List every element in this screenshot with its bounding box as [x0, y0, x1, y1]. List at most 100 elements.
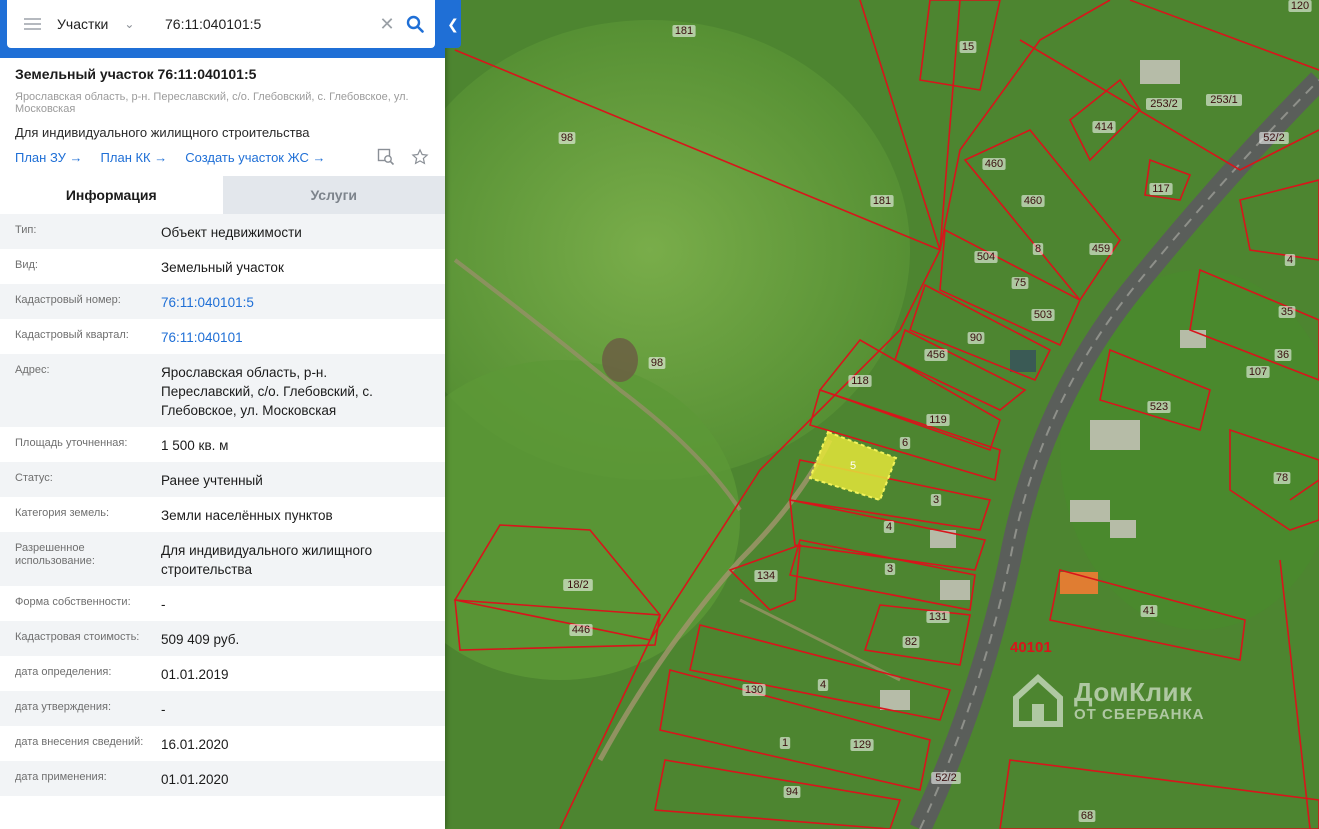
info-row-value: Ранее учтенный [161, 473, 263, 488]
parcel-label[interactable]: 78 [1276, 472, 1288, 484]
quarter-label: 40101 [1010, 639, 1052, 656]
parcel-label[interactable]: 134 [757, 570, 775, 582]
object-header: Земельный участок 76:11:040101:5 Ярослав… [0, 58, 445, 166]
tab-info[interactable]: Информация [0, 176, 223, 214]
parcel-label[interactable]: 15 [962, 41, 974, 53]
search-type-label: Участки [57, 16, 109, 32]
watermark-sub: ОТ СБЕРБАНКА [1074, 705, 1205, 723]
info-table: Тип: Объект недвижимости Вид: Земельный уча… [0, 214, 445, 796]
parcel-label[interactable]: 181 [873, 195, 891, 207]
info-row-link[interactable]: 76:11:040101:5 [161, 293, 411, 312]
info-row-value: 509 409 руб. [161, 632, 240, 647]
plan-kk-link[interactable]: План КК → [101, 150, 168, 165]
parcel-label[interactable]: 35 [1281, 306, 1293, 318]
parcel-label[interactable]: 5 [850, 460, 856, 472]
parcel-label[interactable]: 1 [782, 737, 788, 749]
parcel-label[interactable]: 68 [1081, 810, 1093, 822]
parcel-label[interactable]: 94 [786, 786, 798, 798]
parcel-label[interactable]: 131 [929, 611, 947, 623]
parcel-label[interactable]: 6 [902, 437, 908, 449]
find-on-map-icon[interactable] [376, 147, 396, 167]
info-row: Кадастровая стоимость: 509 409 руб. [0, 621, 445, 656]
plan-zu-link[interactable]: План ЗУ → [15, 150, 83, 165]
info-row-label: Площадь уточненная: [15, 437, 128, 449]
parcel-label[interactable]: 90 [970, 332, 982, 344]
parcel-label[interactable]: 181 [675, 25, 693, 37]
menu-button[interactable] [7, 0, 57, 48]
parcel-label[interactable]: 4 [820, 679, 826, 691]
parcel-label[interactable]: 119 [929, 414, 947, 426]
info-row-label: Тип: [15, 224, 37, 236]
parcel-label[interactable]: 18/2 [567, 579, 588, 591]
parcel-label[interactable]: 504 [977, 251, 995, 263]
tab-services[interactable]: Услуги [222, 176, 445, 214]
create-parcel-link[interactable]: Создать участок ЖС → [185, 150, 325, 165]
info-row: Кадастровый номер: 76:11:040101:5 [0, 284, 445, 319]
info-row: Адрес: Ярославская область, р-н. Переслав… [0, 354, 445, 427]
search-button[interactable] [399, 8, 431, 40]
search-icon [406, 15, 424, 33]
parcel-label[interactable]: 460 [985, 158, 1003, 170]
info-row: Вид: Земельный участок [0, 249, 445, 284]
parcel-label[interactable]: 98 [651, 357, 663, 369]
star-icon[interactable] [410, 147, 430, 167]
info-row-value: 01.01.2019 [161, 667, 229, 682]
parcel-label[interactable]: 98 [561, 132, 573, 144]
parcel-label[interactable]: 3 [887, 563, 893, 575]
info-row-label: Вид: [15, 259, 38, 271]
info-row: Площадь уточненная: 1 500 кв. м [0, 427, 445, 462]
info-row-value: 01.01.2020 [161, 772, 229, 787]
info-panel: Участки ⌄ ✕ Земельный участок 76:11:0401… [0, 0, 445, 829]
parcel-label[interactable]: 130 [745, 684, 763, 696]
parcel-label[interactable]: 52/2 [1263, 132, 1284, 144]
info-row-value: Объект недвижимости [161, 225, 302, 240]
parcel-label[interactable]: 253/1 [1210, 94, 1238, 106]
info-row: дата определения: 01.01.2019 [0, 656, 445, 691]
collapse-panel-button[interactable]: ❮ [445, 0, 461, 48]
info-row: Форма собственности: - [0, 586, 445, 621]
parcel-label[interactable]: 253/2 [1150, 98, 1178, 110]
object-title: Земельный участок 76:11:040101:5 [15, 66, 257, 82]
info-row-value: Для индивидуального жилищного строительс… [161, 543, 373, 577]
chevron-down-icon: ⌄ [124, 17, 135, 31]
parcel-label[interactable]: 117 [1152, 183, 1170, 195]
parcel-label[interactable]: 118 [851, 375, 869, 387]
parcel-label[interactable]: 414 [1095, 121, 1113, 133]
info-row-value: 1 500 кв. м [161, 438, 229, 453]
info-row: дата внесения сведений: 16.01.2020 [0, 726, 445, 761]
info-row-value: - [161, 597, 166, 612]
info-row-label: дата применения: [15, 771, 107, 783]
parcel-label[interactable]: 523 [1150, 401, 1168, 413]
info-row-label: Категория земель: [15, 507, 110, 519]
info-row: Разрешенное использование: Для индивидуал… [0, 532, 445, 586]
parcel-label[interactable]: 456 [927, 349, 945, 361]
parcel-label[interactable]: 3 [933, 494, 939, 506]
parcel-label[interactable]: 4 [1287, 254, 1293, 266]
parcel-label[interactable]: 36 [1277, 349, 1289, 361]
parcel-label[interactable]: 460 [1024, 195, 1042, 207]
parcel-label[interactable]: 459 [1092, 243, 1110, 255]
info-row: Категория земель: Земли населённых пункто… [0, 497, 445, 532]
parcel-label[interactable]: 446 [572, 624, 590, 636]
parcel-label[interactable]: 75 [1014, 277, 1026, 289]
parcel-label[interactable]: 129 [853, 739, 871, 751]
parcel-label[interactable]: 41 [1143, 605, 1155, 617]
parcel-label[interactable]: 503 [1034, 309, 1052, 321]
parcel-label[interactable]: 82 [905, 636, 917, 648]
info-row: Статус: Ранее учтенный [0, 462, 445, 497]
info-row-label: Кадастровая стоимость: [15, 631, 140, 643]
parcel-label[interactable]: 4 [886, 521, 892, 533]
info-row-value: 16.01.2020 [161, 737, 229, 752]
parcel-label[interactable]: 120 [1291, 0, 1309, 12]
search-input[interactable] [165, 4, 365, 44]
info-row-value: Ярославская область, р-н. Переславский, … [161, 365, 373, 418]
search-type-select[interactable]: Участки ⌄ [57, 0, 159, 48]
domclick-watermark: ДомКлик ОТ СБЕРБАНКА [1010, 672, 1204, 728]
parcel-label[interactable]: 52/2 [935, 772, 956, 784]
parcel-label[interactable]: 8 [1035, 243, 1041, 255]
info-row-link[interactable]: 76:11:040101 [161, 328, 411, 347]
parcel-label[interactable]: 107 [1249, 366, 1267, 378]
clear-icon[interactable]: ✕ [375, 14, 399, 35]
object-use: Для индивидуального жилищного строительс… [15, 125, 310, 140]
info-row: дата утверждения: - [0, 691, 445, 726]
